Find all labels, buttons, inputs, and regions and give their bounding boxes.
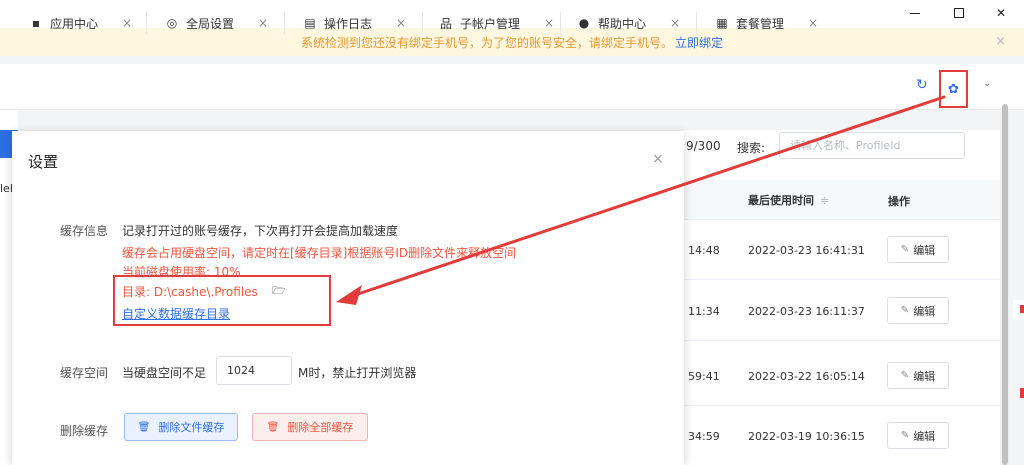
tab-divider <box>560 12 561 34</box>
tab-close-icon[interactable]: × <box>258 16 268 30</box>
sort-icon[interactable]: ≑ <box>820 194 829 207</box>
pencil-icon: ✎ <box>900 244 910 255</box>
tab-help-center[interactable]: ● 帮助中心 × <box>578 0 680 46</box>
tab-divider <box>422 12 423 34</box>
log-icon: ▤ <box>304 16 316 30</box>
edit-label: 编辑 <box>913 243 936 257</box>
table-header <box>684 180 1000 220</box>
column-header-label: 最后使用时间 <box>748 194 814 207</box>
chevron-down-icon[interactable]: ⌄ <box>983 78 991 89</box>
dialog-title: 设置 <box>28 153 59 171</box>
cache-space-prefix: 当硬盘空间不足 <box>122 366 207 380</box>
trash-icon: 🗑 <box>266 421 280 433</box>
maximize-button[interactable] <box>944 2 974 24</box>
search-input[interactable] <box>779 132 965 159</box>
edge-marker <box>1020 305 1024 313</box>
cache-warning-text: 缓存会占用硬盘空间，请定时在[缓存目录]根据账号ID删除文件来释放空间 <box>122 246 517 260</box>
settings-dialog: 设置 × 缓存信息 记录打开过的账号缓存，下次再打开会提高加载速度 缓存会占用硬… <box>12 131 684 465</box>
package-icon: ▦ <box>716 16 728 30</box>
minimize-icon <box>910 12 920 14</box>
table-row: 11:34 2022-03-23 16:11:37 ✎ 编辑 <box>684 281 1000 341</box>
tab-label: 应用中心 <box>50 16 99 31</box>
tab-label: 帮助中心 <box>598 16 647 31</box>
refresh-icon[interactable]: ↻ <box>916 77 928 93</box>
tab-close-icon[interactable]: × <box>670 16 680 30</box>
cache-info-description: 记录打开过的账号缓存，下次再打开会提高加载速度 <box>122 224 399 238</box>
cell-last-used: 2022-03-22 16:05:14 <box>748 370 865 383</box>
delete-all-cache-button[interactable]: 🗑 删除全部缓存 <box>252 413 368 441</box>
cache-space-input[interactable] <box>216 356 292 385</box>
settings-icon: ◎ <box>166 16 178 30</box>
window-close-button[interactable]: ✕ <box>986 2 1016 24</box>
edit-button[interactable]: ✎ 编辑 <box>887 236 949 263</box>
close-icon[interactable]: × <box>652 151 664 167</box>
pencil-icon: ✎ <box>900 430 910 441</box>
edit-button[interactable]: ✎ 编辑 <box>887 362 949 389</box>
tab-divider <box>284 12 285 34</box>
tab-package-management[interactable]: ▦ 套餐管理 × <box>716 0 818 46</box>
button-label: 删除全部缓存 <box>287 421 354 434</box>
cell-last-used: 2022-03-23 16:11:37 <box>748 305 865 318</box>
column-header-last-used[interactable]: 最后使用时间 ≑ <box>748 192 829 208</box>
delete-cache-label: 删除缓存 <box>60 424 109 438</box>
minimize-button[interactable] <box>900 2 930 24</box>
gear-icon: ✿ <box>948 81 959 97</box>
search-label: 搜索: <box>737 141 766 155</box>
profile-count: 9/300 <box>686 139 721 153</box>
edit-label: 编辑 <box>913 369 936 383</box>
cell-last-used: 2022-03-19 10:36:15 <box>748 430 865 443</box>
org-icon: 品 <box>440 16 453 31</box>
tab-label: 套餐管理 <box>736 16 785 31</box>
scrollbar-thumb[interactable] <box>1002 104 1008 465</box>
cell-last-used: 2022-03-23 16:41:31 <box>748 244 865 257</box>
edge-marker <box>1020 388 1024 398</box>
cache-info-label: 缓存信息 <box>60 224 109 238</box>
table-row: 34:59 2022-03-19 10:36:15 ✎ 编辑 <box>684 406 1000 465</box>
edit-button[interactable]: ✎ 编辑 <box>887 297 949 324</box>
cell-time-partial: 59:41 <box>688 370 720 383</box>
column-header-actions: 操作 <box>888 195 910 208</box>
tab-label: 全局设置 <box>186 16 235 31</box>
trash-icon: 🗑 <box>137 421 151 433</box>
background-left-text: lel <box>0 182 13 195</box>
tab-close-icon[interactable]: × <box>808 16 818 30</box>
tab-close-icon[interactable]: × <box>396 16 406 30</box>
edit-label: 编辑 <box>913 429 936 443</box>
tab-operation-log[interactable]: ▤ 操作日志 × <box>304 0 406 46</box>
delete-file-cache-button[interactable]: 🗑 删除文件缓存 <box>124 413 238 441</box>
edit-button[interactable]: ✎ 编辑 <box>887 422 949 449</box>
notice-close-icon[interactable]: × <box>995 34 1006 49</box>
tab-label: 子帐户管理 <box>460 16 521 31</box>
tab-close-icon[interactable]: × <box>544 16 554 30</box>
tab-global-settings[interactable]: ◎ 全局设置 × <box>166 0 268 46</box>
table-row: 14:48 2022-03-23 16:41:31 ✎ 编辑 <box>684 220 1000 280</box>
edit-label: 编辑 <box>913 304 936 318</box>
tab-divider <box>146 12 147 34</box>
help-icon: ● <box>578 16 590 30</box>
cache-space-label: 缓存空间 <box>60 366 109 380</box>
pencil-icon: ✎ <box>900 305 910 316</box>
maximize-icon <box>954 8 964 18</box>
settings-gear-button[interactable]: ✿ <box>939 70 968 108</box>
cache-space-suffix: M时，禁止打开浏览器 <box>298 366 417 380</box>
button-label: 删除文件缓存 <box>158 421 225 434</box>
grid-icon: ▪ <box>31 16 41 30</box>
tab-close-icon[interactable]: × <box>122 16 132 30</box>
tab-app-center[interactable]: ▪ 应用中心 × <box>30 0 132 46</box>
table-row: 59:41 2022-03-22 16:05:14 ✎ 编辑 <box>684 346 1000 406</box>
cell-time-partial: 11:34 <box>688 305 720 318</box>
cell-time-partial: 34:59 <box>688 430 720 443</box>
tab-label: 操作日志 <box>324 16 373 31</box>
tab-bar <box>0 64 1024 110</box>
tab-sub-accounts[interactable]: 品 子帐户管理 × <box>440 0 554 46</box>
cell-time-partial: 14:48 <box>688 244 720 257</box>
tab-divider <box>696 12 697 34</box>
pencil-icon: ✎ <box>900 370 910 381</box>
highlight-box <box>113 275 331 326</box>
